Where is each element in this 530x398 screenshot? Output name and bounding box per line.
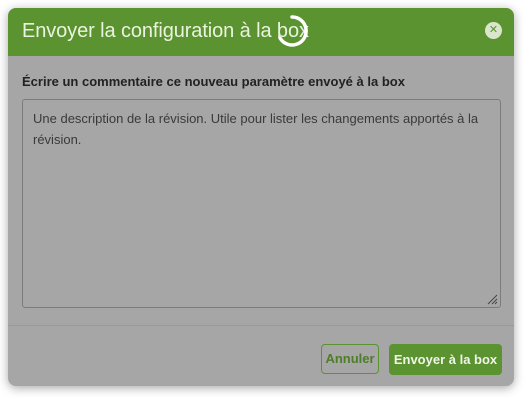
send-config-dialog: Envoyer la configuration à la box ✕ Écri… xyxy=(8,8,514,386)
page: Envoyer la configuration à la box ✕ Écri… xyxy=(0,0,530,398)
close-icon: ✕ xyxy=(488,24,499,36)
spinner-icon xyxy=(278,15,308,47)
resize-handle-icon[interactable] xyxy=(486,293,498,305)
dialog-body: Écrire un commentaire ce nouveau paramèt… xyxy=(8,56,514,334)
send-to-box-button[interactable]: Envoyer à la box xyxy=(389,344,502,375)
comment-textarea-placeholder: Une description de la révision. Utile po… xyxy=(33,111,479,147)
comment-textarea[interactable]: Une description de la révision. Utile po… xyxy=(22,99,501,308)
dialog-header: Envoyer la configuration à la box ✕ xyxy=(8,8,514,56)
close-button[interactable]: ✕ xyxy=(485,22,502,39)
footer-divider xyxy=(8,325,514,326)
cancel-button[interactable]: Annuler xyxy=(321,344,379,374)
dialog-title: Envoyer la configuration à la box xyxy=(22,20,309,42)
comment-label: Écrire un commentaire ce nouveau paramèt… xyxy=(22,74,405,89)
